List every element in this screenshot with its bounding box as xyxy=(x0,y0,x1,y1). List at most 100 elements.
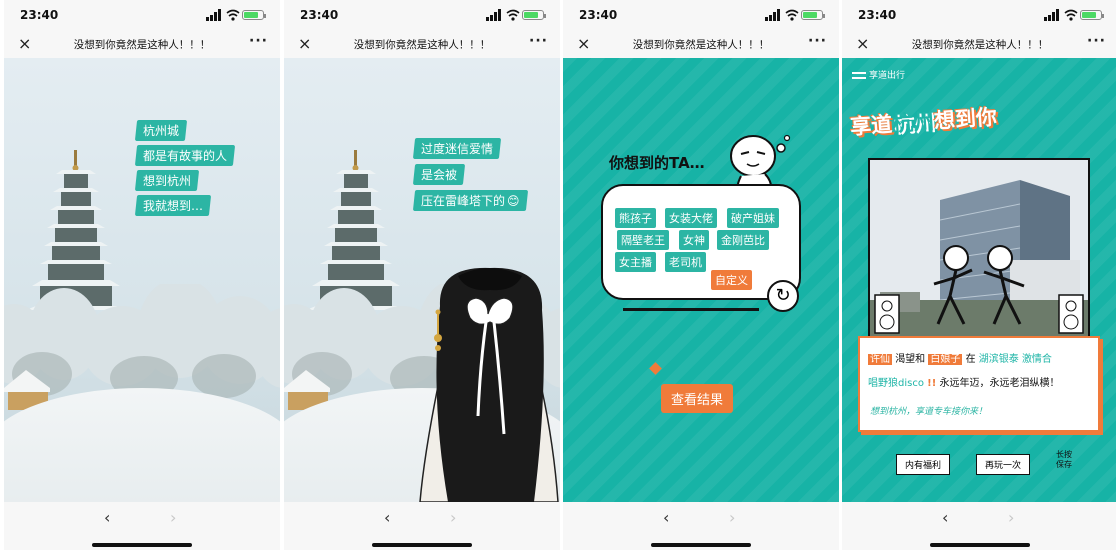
prompt-title: 你想到的TA… xyxy=(609,154,705,172)
tag-option[interactable]: 金刚芭比 xyxy=(717,230,769,250)
tag-picker-card: 熊孩子 女装大佬 破产姐妹 隔壁老王 女神 金刚芭比 女主播 老司机 自定义 xyxy=(601,184,801,300)
refresh-button[interactable]: ↻ xyxy=(767,280,799,312)
phone-screen-4: 23:40 × 没想到你竟然是这种人！！！ ··· 享道出行 享道杭州想到你 许… xyxy=(842,0,1116,550)
battery-icon xyxy=(1080,10,1104,20)
story-line-4: 我就想到… xyxy=(134,195,212,216)
bottom-bar: ‹ › xyxy=(4,502,280,550)
back-icon[interactable]: ‹ xyxy=(384,508,390,527)
page-title: 没想到你竟然是这种人！！！ xyxy=(632,39,770,51)
signal-icon xyxy=(1044,9,1059,21)
phone-screen-2: 23:40 × 没想到你竟然是这种人！！！ ··· 过度迷信爱情 是会被 压在雷… xyxy=(284,0,560,550)
forward-icon: › xyxy=(729,508,736,527)
tag-option[interactable]: 破产姐妹 xyxy=(727,208,779,228)
tag-option[interactable]: 女神 xyxy=(679,230,709,250)
status-time: 23:40 xyxy=(300,8,339,22)
status-icons xyxy=(765,9,827,21)
close-icon[interactable]: × xyxy=(577,34,590,53)
story-canvas: 你想到的TA… 熊孩子 女装大佬 破产姐妹 隔壁老王 女神 金刚芭比 女主播 老… xyxy=(563,58,839,502)
page-title: 没想到你竟然是这种人！！！ xyxy=(353,39,491,51)
home-indicator[interactable] xyxy=(372,543,472,547)
phone-screen-3: 23:40 × 没想到你竟然是这种人！！！ ··· 你想到的TA… 熊孩子 女装… xyxy=(563,0,839,550)
battery-icon xyxy=(242,10,266,20)
wifi-icon xyxy=(1064,9,1078,21)
bottom-bar: ‹ › xyxy=(842,502,1116,550)
nav-bar: × 没想到你竟然是这种人！！！ ··· xyxy=(4,30,280,58)
status-icons xyxy=(1044,9,1106,21)
tag-option[interactable]: 女主播 xyxy=(615,252,656,272)
refresh-icon: ↻ xyxy=(775,285,791,306)
story-line-2: 都是有故事的人 xyxy=(134,145,236,166)
save-hint: 长按 保存 xyxy=(1056,450,1072,469)
more-icon[interactable]: ··· xyxy=(808,33,827,49)
welfare-button[interactable]: 内有福利 xyxy=(896,454,951,475)
wifi-icon xyxy=(785,9,799,21)
close-icon[interactable]: × xyxy=(856,34,869,53)
status-icons xyxy=(486,9,548,21)
story-line-2: 唱野狼disco !! 永远年迈，永远老泪纵横！ xyxy=(868,378,1060,389)
cloud-sea xyxy=(4,388,280,502)
bottom-bar: ‹ › xyxy=(563,502,839,550)
custom-tag-button[interactable]: 自定义 xyxy=(711,270,752,290)
back-icon[interactable]: ‹ xyxy=(942,508,948,527)
nav-bar: × 没想到你竟然是这种人！！！ ··· xyxy=(842,30,1116,58)
back-icon[interactable]: ‹ xyxy=(663,508,669,527)
status-time: 23:40 xyxy=(858,8,897,22)
tag-option[interactable]: 女装大佬 xyxy=(665,208,717,228)
photo-frame xyxy=(868,158,1090,338)
status-time: 23:40 xyxy=(579,8,618,22)
nav-bar: × 没想到你竟然是这种人！！！ ··· xyxy=(284,30,560,58)
home-indicator[interactable] xyxy=(651,543,751,547)
status-icons xyxy=(206,9,268,21)
status-bar: 23:40 xyxy=(563,0,839,30)
battery-icon xyxy=(801,10,825,20)
story-line-1: 许仙 渴望和 白娘子 在 湖滨银泰 激情合 xyxy=(868,354,1052,365)
nav-bar: × 没想到你竟然是这种人！！！ ··· xyxy=(563,30,839,58)
story-line-1: 杭州城 xyxy=(134,120,188,141)
signal-icon xyxy=(765,9,780,21)
home-indicator[interactable] xyxy=(930,543,1030,547)
forward-icon: › xyxy=(170,508,177,527)
replay-button[interactable]: 再玩一次 xyxy=(976,454,1031,475)
battery-icon xyxy=(522,10,546,20)
story-line-3: 压在雷峰塔下的 😊 xyxy=(412,190,528,211)
tag-option[interactable]: 隔壁老王 xyxy=(617,230,669,250)
smile-emoji-icon: 😊 xyxy=(506,194,520,208)
signature-line: 想到杭州，享道专车接你来！ xyxy=(870,407,988,417)
page-title: 没想到你竟然是这种人！！！ xyxy=(911,39,1049,51)
story-line-3: 想到杭州 xyxy=(134,170,200,191)
forward-icon: › xyxy=(1008,508,1015,527)
story-canvas[interactable]: 过度迷信爱情 是会被 压在雷峰塔下的 😊 xyxy=(284,58,560,502)
page-title: 没想到你竟然是这种人！！！ xyxy=(73,39,211,51)
result-poster: 享道出行 享道杭州想到你 许仙 渴望和 白娘子 在 湖滨银泰 激情合 唱野狼di… xyxy=(842,58,1116,502)
more-icon[interactable]: ··· xyxy=(1087,33,1106,49)
status-bar: 23:40 xyxy=(284,0,560,30)
brand-mark-icon xyxy=(852,72,866,79)
close-icon[interactable]: × xyxy=(18,34,31,53)
more-icon[interactable]: ··· xyxy=(249,33,268,49)
speaker-icon xyxy=(874,294,900,334)
girl-back-illustration xyxy=(419,267,559,502)
tag-option[interactable]: 熊孩子 xyxy=(615,208,656,228)
input-underline xyxy=(623,308,759,311)
story-line-1: 过度迷信爱情 xyxy=(412,138,502,159)
tag-option[interactable]: 老司机 xyxy=(665,252,706,272)
phone-screen-1: 23:40 × 没想到你竟然是这种人！！！ ··· 杭州城 都是有故事的人 想到… xyxy=(4,0,280,550)
status-time: 23:40 xyxy=(20,8,59,22)
home-indicator[interactable] xyxy=(92,543,192,547)
signal-icon xyxy=(206,9,221,21)
wifi-icon xyxy=(506,9,520,21)
story-text-card: 许仙 渴望和 白娘子 在 湖滨银泰 激情合 唱野狼disco !! 永远年迈，永… xyxy=(858,336,1100,432)
dancing-couple-illustration xyxy=(933,245,1025,325)
speaker-icon xyxy=(1058,294,1084,334)
signal-icon xyxy=(486,9,501,21)
view-result-button[interactable]: 查看结果 xyxy=(661,384,734,413)
wifi-icon xyxy=(226,9,240,21)
bottom-bar: ‹ › xyxy=(284,502,560,550)
story-canvas[interactable]: 杭州城 都是有故事的人 想到杭州 我就想到… xyxy=(4,58,280,502)
more-icon[interactable]: ··· xyxy=(529,33,548,49)
story-line-2: 是会被 xyxy=(412,164,466,185)
status-bar: 23:40 xyxy=(842,0,1116,30)
back-icon[interactable]: ‹ xyxy=(104,508,110,527)
status-bar: 23:40 xyxy=(4,0,280,30)
close-icon[interactable]: × xyxy=(298,34,311,53)
